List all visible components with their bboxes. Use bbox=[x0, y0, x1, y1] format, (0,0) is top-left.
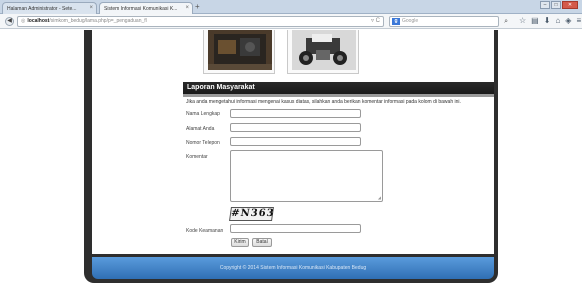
resize-grip-icon[interactable]: ◢ bbox=[378, 196, 381, 200]
komentar-label: Komentar bbox=[186, 154, 208, 160]
captcha-image: #N363 bbox=[229, 207, 276, 221]
minimize-button[interactable]: – bbox=[540, 1, 550, 9]
url-path: /simkom_bedug/lama.php/p=_pengaduan_fl bbox=[49, 18, 147, 24]
shield-icon[interactable]: ◈ bbox=[565, 16, 571, 26]
url-host: localhost bbox=[27, 18, 50, 24]
browser-nav-bar: ◀ ◎ localhost/simkom_bedug/lama.php/p=_pe… bbox=[0, 14, 582, 29]
tab-admin-label: Halaman Administrator - Sete... bbox=[7, 6, 77, 12]
komentar-textarea[interactable]: ◢ bbox=[230, 150, 383, 202]
download-icon[interactable]: ⬇ bbox=[544, 16, 551, 26]
close-window-button[interactable]: ✕ bbox=[562, 1, 578, 9]
batal-button[interactable]: Batal bbox=[252, 238, 272, 247]
google-logo-icon: g bbox=[392, 18, 400, 25]
section-divider bbox=[183, 94, 494, 97]
home-icon[interactable]: ⌂ bbox=[555, 16, 560, 26]
alamat-input[interactable] bbox=[230, 123, 361, 132]
kode-keamanan-label: Kode Keamanan bbox=[186, 228, 224, 234]
nama-label: Nama Lengkap bbox=[186, 111, 220, 117]
clipboard-icon[interactable]: ▤ bbox=[531, 16, 539, 26]
alamat-label: Alamat Anda bbox=[186, 126, 215, 132]
new-tab-button[interactable]: + bbox=[195, 3, 200, 11]
search-placeholder: Google bbox=[402, 18, 419, 24]
tab-sistem-informasi-label: Sistem Informasi Komunikasi K... bbox=[104, 6, 178, 12]
close-tab-icon[interactable]: × bbox=[89, 5, 93, 11]
section-intro: Jika anda mengetahui informasi mengenai … bbox=[186, 99, 461, 105]
back-button[interactable]: ◀ bbox=[5, 17, 14, 26]
reload-icon[interactable]: ▿ C bbox=[371, 17, 380, 26]
kirim-button[interactable]: Kirim bbox=[231, 238, 249, 247]
evidence-photo-2 bbox=[292, 30, 356, 70]
nama-input[interactable] bbox=[230, 109, 361, 118]
evidence-photo-1 bbox=[208, 30, 272, 70]
gallery-item-2[interactable] bbox=[287, 30, 359, 74]
arrow-left-icon: ◀ bbox=[7, 18, 12, 24]
browser-tab-bar: Halaman Administrator - Sete... × Sistem… bbox=[0, 0, 582, 14]
toolbar-icons: ☆ ▤ ⬇ ⌂ ◈ ≡ bbox=[519, 16, 581, 26]
kode-keamanan-input[interactable] bbox=[230, 224, 361, 233]
telepon-label: Nomor Telepon bbox=[186, 140, 220, 146]
search-bar[interactable]: g Google ⌕ bbox=[389, 16, 508, 27]
star-icon[interactable]: ☆ bbox=[519, 16, 526, 26]
gallery-item-1[interactable] bbox=[203, 30, 275, 74]
globe-icon: ◎ bbox=[21, 18, 26, 24]
menu-icon[interactable]: ≡ bbox=[576, 16, 581, 26]
close-tab-icon[interactable]: × bbox=[185, 5, 189, 11]
maximize-button[interactable]: □ bbox=[551, 1, 561, 9]
telepon-input[interactable] bbox=[230, 137, 361, 146]
search-icon[interactable]: ⌕ bbox=[504, 17, 508, 26]
tab-sistem-informasi[interactable]: Sistem Informasi Komunikasi K... × bbox=[99, 2, 193, 14]
window-controls: – □ ✕ bbox=[540, 1, 578, 11]
site-footer: Copyright © 2014 Sistem Informasi Komuni… bbox=[92, 257, 494, 279]
tab-admin[interactable]: Halaman Administrator - Sete... × bbox=[2, 2, 97, 14]
section-title: Laporan Masyarakat bbox=[183, 82, 494, 94]
url-bar[interactable]: ◎ localhost/simkom_bedug/lama.php/p=_peng… bbox=[17, 16, 384, 27]
